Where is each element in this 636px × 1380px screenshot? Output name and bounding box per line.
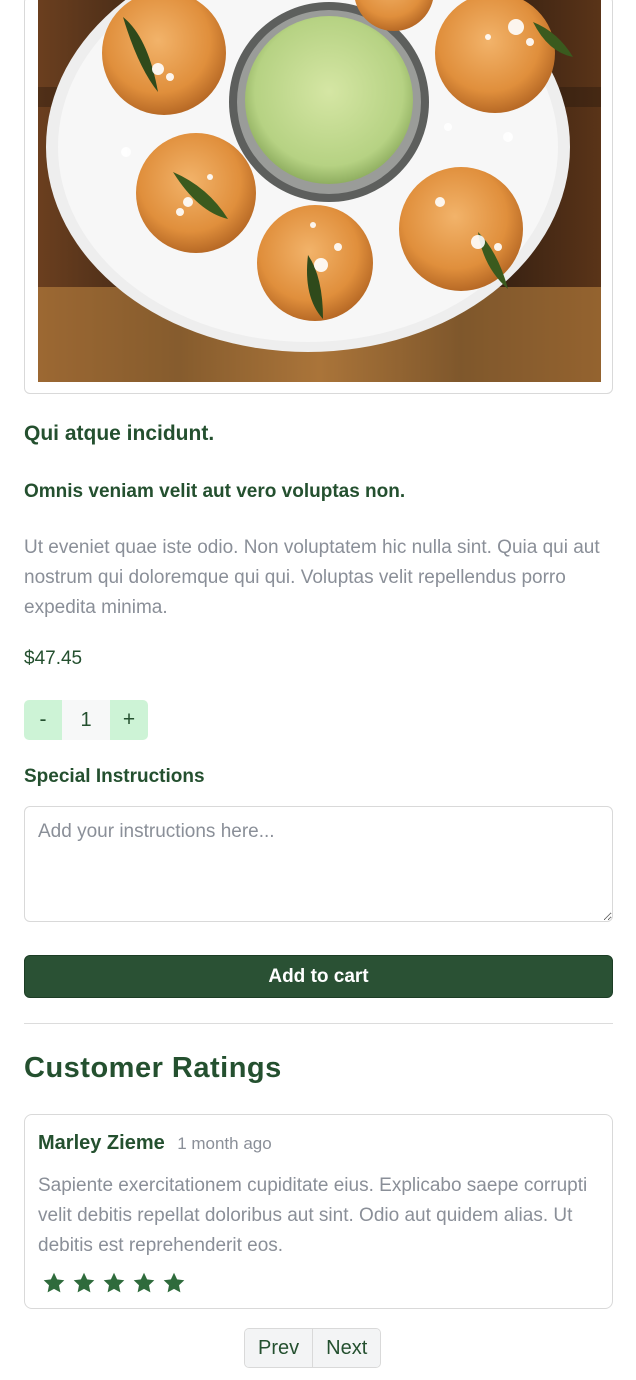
special-instructions-input[interactable] (24, 806, 613, 922)
star-icon (43, 1272, 65, 1293)
product-page: Qui atque incidunt. Omnis veniam velit a… (0, 0, 636, 1380)
add-to-cart-button[interactable]: Add to cart (24, 955, 613, 998)
product-description: Ut eveniet quae iste odio. Non voluptate… (24, 537, 600, 618)
product-price: $47.45 (24, 648, 83, 669)
star-icon (163, 1272, 185, 1293)
review-header: Marley Zieme 1 month ago (38, 1132, 272, 1155)
quantity-stepper: - 1 + (24, 700, 148, 740)
prev-page-button[interactable]: Prev (245, 1329, 313, 1367)
star-rating (42, 1271, 186, 1295)
section-divider (24, 1023, 613, 1024)
quantity-value: 1 (62, 700, 110, 740)
review-timestamp: 1 month ago (177, 1134, 272, 1153)
customer-ratings-heading: Customer Ratings (24, 1052, 282, 1084)
increase-quantity-button[interactable]: + (110, 700, 148, 740)
decrease-quantity-button[interactable]: - (24, 700, 62, 740)
product-image-card (24, 0, 613, 394)
star-icon (133, 1272, 155, 1293)
product-subtitle: Omnis veniam velit aut vero voluptas non… (24, 481, 406, 502)
review-card: Marley Zieme 1 month ago Sapiente exerci… (24, 1114, 613, 1309)
review-text: Sapiente exercitationem cupiditate eius.… (38, 1175, 588, 1256)
pagination: Prev Next (244, 1328, 382, 1368)
star-icon (73, 1272, 95, 1293)
product-image (38, 0, 601, 382)
product-title: Qui atque incidunt. (24, 422, 215, 445)
reviewer-name: Marley Zieme (38, 1132, 165, 1154)
special-instructions-label: Special Instructions (24, 766, 205, 787)
star-icon (103, 1272, 125, 1293)
next-page-button[interactable]: Next (313, 1329, 381, 1367)
